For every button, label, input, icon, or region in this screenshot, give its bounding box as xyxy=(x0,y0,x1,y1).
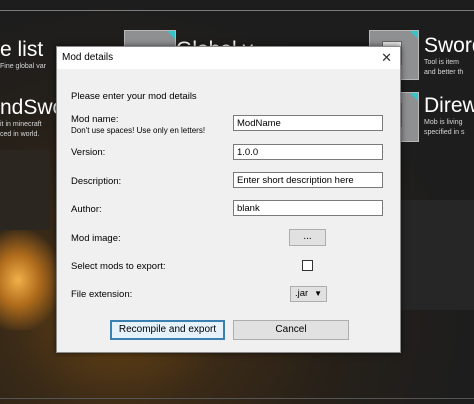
bg-item-global-list[interactable]: e list Fine global var xyxy=(0,38,46,72)
divider xyxy=(0,398,474,399)
bg-item-direwolf[interactable]: Direw Mob is living specified in s xyxy=(424,94,474,138)
file-extension-select[interactable]: .jar ▼ xyxy=(290,286,327,302)
mod-name-input[interactable]: ModName xyxy=(233,115,383,131)
author-input[interactable]: blank xyxy=(233,200,383,216)
recompile-export-button[interactable]: Recompile and export xyxy=(110,320,225,340)
description-label: Description: xyxy=(71,176,122,187)
mod-image-label: Mod image: xyxy=(71,233,121,244)
description-input[interactable]: Enter short description here xyxy=(233,172,383,188)
background-block xyxy=(0,150,50,230)
browse-image-button[interactable]: ... xyxy=(289,229,326,246)
version-input[interactable]: 1.0.0 xyxy=(233,144,383,160)
dialog-title: Mod details xyxy=(62,52,114,63)
dialog-titlebar[interactable]: Mod details ✕ xyxy=(57,47,400,69)
chevron-down-icon: ▼ xyxy=(314,289,322,298)
mod-name-label: Mod name: xyxy=(71,114,119,125)
version-label: Version: xyxy=(71,147,106,158)
cancel-button[interactable]: Cancel xyxy=(233,320,349,340)
author-label: Author: xyxy=(71,204,102,215)
file-extension-value: .jar xyxy=(295,288,309,299)
select-mods-label: Select mods to export: xyxy=(71,261,166,272)
mod-name-hint: Don't use spaces! Use only en letters! xyxy=(71,126,206,135)
bg-item-sword-texture[interactable]: ndSwo it in minecraft ced in world. xyxy=(0,96,64,140)
divider xyxy=(0,10,474,11)
close-icon[interactable]: ✕ xyxy=(381,50,392,65)
file-extension-label: File extension: xyxy=(71,289,133,300)
lava-glow xyxy=(0,230,60,330)
mod-details-dialog: Mod details ✕ Please enter your mod deta… xyxy=(56,46,401,353)
intro-text: Please enter your mod details xyxy=(71,91,197,102)
background-block xyxy=(400,200,474,310)
select-mods-checkbox[interactable] xyxy=(302,260,313,271)
bg-item-sword[interactable]: Sword Tool is item and better th xyxy=(424,34,474,78)
